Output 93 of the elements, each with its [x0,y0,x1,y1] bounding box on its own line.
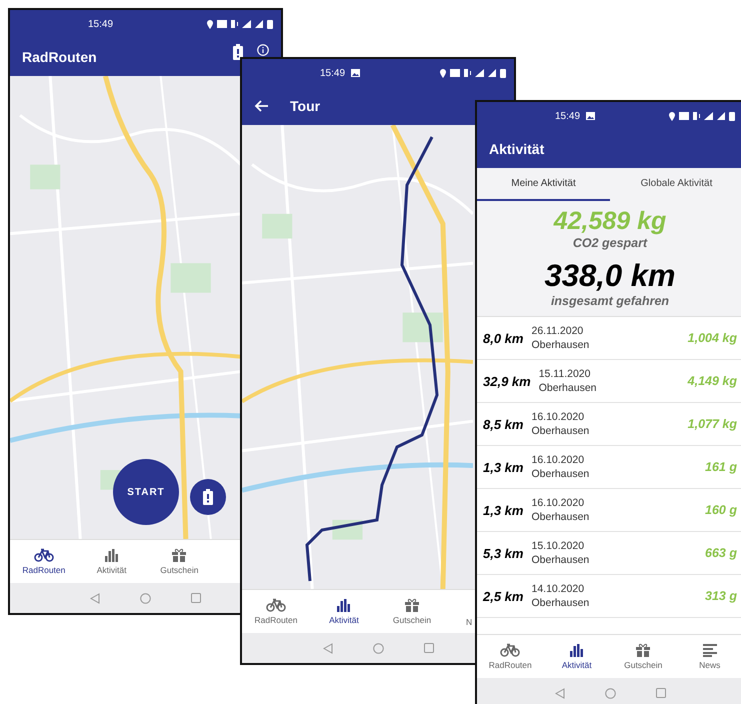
recents-nav-icon[interactable] [191,593,201,603]
wifi-signal-icon [704,112,713,120]
trip-co2: 1,077 kg [688,417,737,431]
wifi-signal-icon [242,20,251,28]
cell-signal-icon [717,112,725,120]
bar-chart-icon [568,643,585,657]
trip-place: Oberhausen [531,468,590,480]
image-notification-icon [351,69,360,77]
trip-co2: 663 g [705,546,737,560]
recents-nav-icon[interactable] [424,643,434,653]
trip-distance: 2,5 km [483,588,524,604]
recents-nav-icon[interactable] [656,688,666,698]
trip-place: Oberhausen [531,339,590,351]
screen-title: RadRouten [22,49,97,65]
bar-chart-icon [336,598,352,612]
cell-signal-icon [488,69,496,77]
nav-item[interactable]: Gutschein [610,635,676,678]
status-time: 15:49 [555,110,580,122]
wifi-signal-icon [475,69,484,77]
trip-date: 16.10.2020 [531,411,586,423]
trip-distance: 5,3 km [483,546,524,560]
screen-title: Tour [290,98,320,114]
trip-distance: 8,0 km [483,330,524,346]
cell-signal-icon [255,20,263,28]
nav-item[interactable]: Gutschein [146,540,214,583]
trip-distance: 1,3 km [483,502,524,518]
trip-date: 14.10.2020 [531,583,586,595]
map-drawing[interactable] [10,76,241,539]
news-icon [702,643,717,657]
trip-distance: 32,9 km [483,374,531,388]
status-time: 15:49 [320,68,346,78]
battery-icon [267,20,273,28]
nfc-icon [217,20,227,28]
total-distance-value: 338,0 km [544,258,676,294]
home-nav-icon[interactable] [140,592,151,604]
trip-date: 16.10.2020 [531,454,586,466]
nav-item[interactable]: News [676,635,741,678]
location-icon [669,112,675,120]
trip-date: 15.10.2020 [531,540,586,552]
home-nav-icon[interactable] [604,688,616,698]
bicycle-icon [266,598,286,612]
nav-item[interactable]: RadRouten [477,635,544,678]
info-icon[interactable] [257,44,269,56]
trip-place: Oberhausen [531,511,590,523]
nav-item[interactable]: N [466,590,472,633]
trip-distance: 8,5 km [483,416,524,432]
nfc-icon [450,69,460,77]
back-nav-icon[interactable] [322,642,332,654]
nav-item[interactable]: Aktivität [544,635,610,678]
status-time: 15:49 [88,18,114,30]
screen-title: Aktivität [489,141,544,157]
location-icon [440,68,446,78]
nav-item[interactable]: Aktivität [310,590,378,633]
nav-item[interactable]: Aktivität [78,540,146,583]
bicycle-icon [500,643,520,657]
trip-date: 16.10.2020 [531,497,586,509]
gift-icon [171,548,188,562]
co2-saved-label: CO2 gespart [572,236,648,250]
trip-co2: 160 g [705,503,737,517]
nav-item[interactable]: Gutschein [378,590,446,633]
trip-place: Oberhausen [538,382,596,394]
battery-icon [500,68,506,78]
trip-place: Oberhausen [531,425,590,437]
nfc-icon [679,112,689,120]
vibrate-icon [693,112,700,120]
battery-icon [729,112,735,120]
trip-date: 15.11.2020 [538,368,592,380]
trip-place: Oberhausen [531,554,590,566]
bicycle-icon [34,548,54,562]
nav-item[interactable]: RadRouten [10,540,78,583]
back-arrow-icon[interactable] [254,100,268,112]
gift-icon [404,598,420,612]
vibrate-icon [464,69,471,77]
trip-co2: 4,149 kg [688,374,737,388]
battery-alert-icon [203,489,213,505]
vibrate-icon [231,20,238,28]
nav-item[interactable]: RadRouten [242,590,310,633]
trip-co2: 161 g [705,460,737,474]
trip-distance: 1,3 km [483,460,524,474]
trip-co2: 313 g [705,589,737,603]
location-icon [207,20,213,28]
back-nav-icon[interactable] [554,688,564,698]
trip-co2: 1,004 kg [688,331,737,345]
co2-saved-value: 42,589 kg [554,207,666,236]
total-distance-label: insgesamt gefahren [550,294,670,308]
bar-chart-icon [104,548,120,562]
trip-date: 26.11.2020 [531,325,584,337]
home-nav-icon[interactable] [372,642,384,654]
trip-place: Oberhausen [531,597,590,609]
image-notification-icon [586,112,596,120]
gift-icon [635,643,652,657]
tab[interactable]: Globale Aktivität [610,168,741,201]
back-nav-icon[interactable] [90,592,100,604]
